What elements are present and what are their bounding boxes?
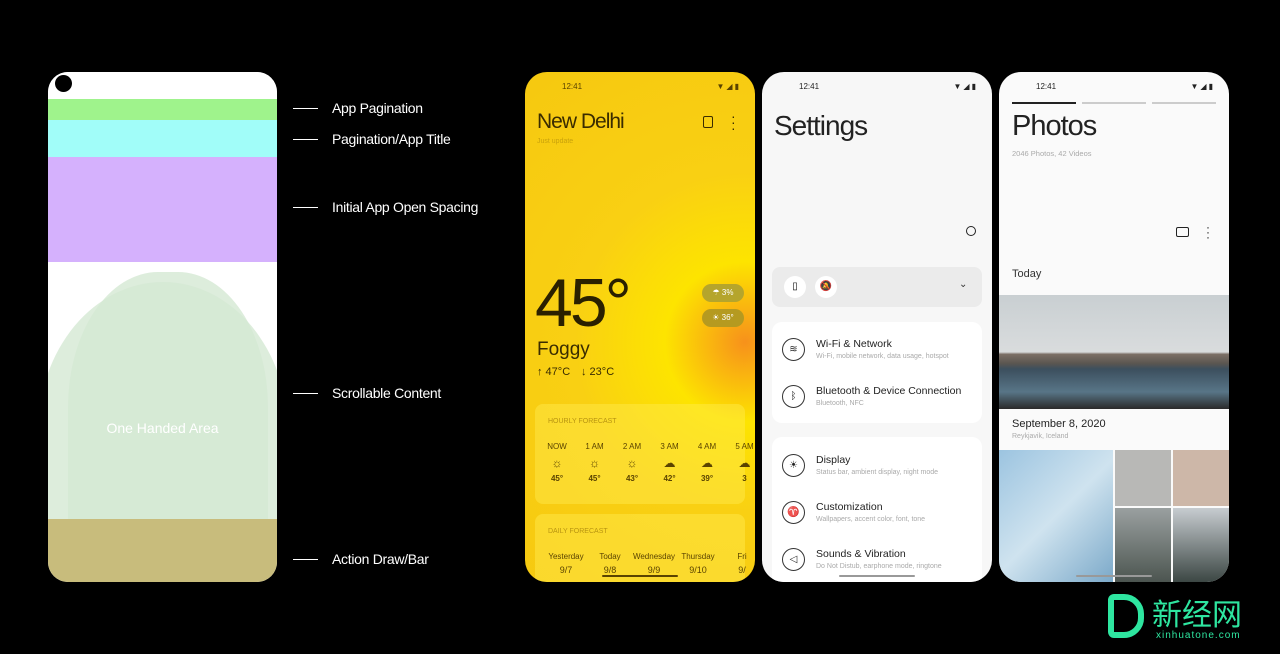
page-indicator-1[interactable] [1012,102,1076,104]
photo-food[interactable] [1173,450,1229,506]
daily-item[interactable]: Thursday 9/10 [673,552,723,575]
photos-phone: 12:41 ▼◢▮ Photos 2046 Photos, 42 Videos ·… [999,72,1229,582]
daily-item[interactable]: Today 9/8 [585,552,635,575]
camera-cutout [55,75,72,92]
page-indicator-3[interactable] [1152,102,1216,104]
wireframe-phone: One Handed Area [48,72,277,582]
speaker-icon: ◁ [782,548,805,571]
hourly-item: 3 AM ☁ 42° [655,442,685,483]
search-icon[interactable] [966,226,976,236]
status-icons: ▼◢▮ [716,82,741,91]
hourly-item: 2 AM ☼ 43° [617,442,647,483]
display-icon: ☀ [782,454,805,477]
more-icon[interactable]: · · · [731,109,736,135]
city-list-icon[interactable] [703,116,713,128]
current-temp: 45° [535,265,632,341]
label-scrollable: Scrollable Content [293,385,441,401]
condition: Foggy [537,339,590,360]
settings-item[interactable]: ≋ Wi-Fi & Network Wi-Fi, mobile network, d… [772,332,972,372]
label-app-title: Pagination/App Title [293,131,451,147]
watermark-url: xinhuatone.com [1156,630,1241,641]
bluetooth-icon: ᛒ [782,385,805,408]
settings-title: Settings [774,110,868,141]
sun-icon: ☼ [551,456,563,470]
daily-item[interactable]: Wednesday 9/9 [629,552,679,575]
scrollable-zone: One Handed Area [48,262,277,519]
app-title-zone [48,120,277,157]
settings-item[interactable]: ☀ Display Status bar, ambient display, nig… [772,448,972,488]
cast-icon[interactable] [1176,227,1189,237]
cloud-icon: ☁ [701,456,713,470]
sun-icon: ☼ [626,456,638,470]
uv-chip[interactable]: ☀ 36° [702,309,744,327]
quick-toggles: ▯ 🔕 ⌄ [772,267,982,307]
more-icon[interactable]: · · · [1206,221,1210,243]
photo-stairs[interactable] [999,450,1113,582]
one-handed-label: One Handed Area [106,420,219,436]
hourly-title: HOURLY FORECAST [548,418,617,425]
hourly-item: NOW ☼ 45° [542,442,572,483]
weather-phone: 12:41 ▼◢▮ New Delhi Just update · · · 45° F… [525,72,755,582]
date-heading: September 8, 2020 [1012,418,1106,430]
settings-phone: 12:41 ▼◢▮ Settings ▯ 🔕 ⌄ ≋ Wi-Fi & Network… [762,72,992,582]
photo-coast[interactable] [999,295,1229,409]
hourly-item: 1 AM ☼ 45° [580,442,610,483]
label-open-spacing: Initial App Open Spacing [293,199,478,215]
wifi-icon: ≋ [782,338,805,361]
photos-title: Photos [1012,110,1097,142]
photo-forest[interactable] [1115,508,1171,582]
page-indicator-2[interactable] [1082,102,1146,104]
hourly-item: 5 AM ☁ 3 [730,442,756,483]
watermark-text: 新经网 [1152,598,1242,633]
cloud-icon: ☁ [663,456,676,470]
sun-icon: ☼ [589,456,600,470]
update-status: Just update [537,138,574,145]
photo-mountain[interactable] [1173,508,1229,582]
daily-title: DAILY FORECAST [548,528,608,535]
low-temp: ↓ 23°C [581,366,615,378]
app-pagination-zone [48,99,277,120]
label-app-pagination: App Pagination [293,100,423,116]
photo-object[interactable] [1115,450,1171,506]
daily-item[interactable]: Yesterday 9/7 [541,552,591,575]
section-today: Today [1012,268,1042,280]
city-title: New Delhi [537,110,625,133]
open-spacing-zone [48,157,277,262]
hourly-item: 4 AM ☁ 39° [692,442,722,483]
notifications-off-icon[interactable]: 🔕 [815,276,837,298]
settings-item[interactable]: ♈ Customization Wallpapers, accent color, … [772,495,972,535]
settings-item[interactable]: ᛒ Bluetooth & Device Connection Bluetooth,… [772,379,972,419]
photos-count: 2046 Photos, 42 Videos [1012,149,1092,158]
shirt-icon: ♈ [782,501,805,524]
location: Reykjavik, Iceland [1012,433,1069,440]
battery-saver-icon[interactable]: ▯ [784,276,806,298]
rain-chip[interactable]: ☂ 3% [702,284,744,302]
chevron-down-icon[interactable]: ⌄ [959,279,967,290]
action-bar-zone [48,519,277,582]
daily-item[interactable]: Fri 9/ [717,552,755,575]
high-temp: ↑ 47°C [537,366,571,378]
label-action-bar: Action Draw/Bar [293,551,429,567]
watermark-logo [1108,594,1144,638]
cloud-icon: ☁ [738,456,751,470]
